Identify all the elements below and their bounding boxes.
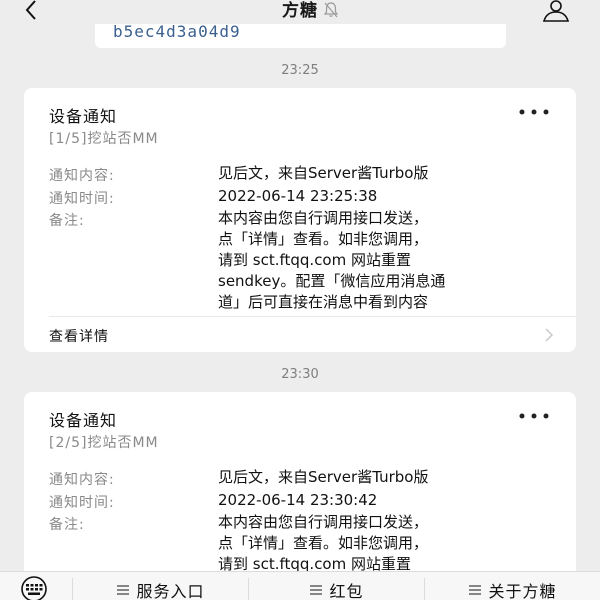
note-label: 备注: [49,517,85,533]
card-title: 设备通知 [49,107,118,126]
menu-label: 服务入口 [136,582,205,600]
card-subtitle: [1/5]挖站否MM [49,131,159,147]
view-details-link[interactable]: 查看详情 [24,318,576,352]
time-label: 通知时间: [49,495,115,511]
content-label: 通知内容: [49,472,115,488]
list-icon [469,585,482,595]
menu-label: 关于方糖 [488,582,557,600]
notification-card[interactable]: 设备通知 [1/5]挖站否MM 通知内容: 见后文，来自Server酱Turbo… [24,88,576,352]
more-dots-icon[interactable] [518,412,550,420]
time-value: 2022-06-14 23:30:42 [218,491,378,509]
bottom-menu-bar: 服务入口 红包 关于方糖 [0,571,600,600]
content-label: 通知内容: [49,168,115,184]
view-details-label: 查看详情 [49,329,109,345]
chat-header: 方糖 [0,0,600,24]
note-line: 本内容由您自行调用接口发送， [218,513,429,531]
mute-bell-icon [323,2,339,18]
content-value: 见后文，来自Server酱Turbo版 [218,468,429,486]
note-label: 备注: [49,213,85,229]
content-value: 见后文，来自Server酱Turbo版 [218,164,429,182]
note-line: 请到 sct.ftqq.com 网站重置 [218,251,411,269]
card-subtitle: [2/5]挖站否MM [49,435,159,451]
note-text: 本内容由您自行调用接口发送， 点「详情」查看。如非您调用， 请到 sct.ftq… [218,208,445,313]
list-icon [117,585,130,595]
time-value: 2022-06-14 23:25:38 [218,187,378,205]
message-timestamp: 23:30 [281,367,319,382]
menu-red-packet[interactable]: 红包 [249,572,424,600]
chat-title: 方糖 [282,1,318,21]
chevron-right-icon [545,328,554,342]
note-line: 本内容由您自行调用接口发送， [218,209,429,227]
note-text: 本内容由您自行调用接口发送， 点「详情」查看。如非您调用， 请到 sct.ftq… [218,512,428,575]
menu-label: 红包 [329,582,364,600]
person-icon[interactable] [541,0,571,23]
more-dots-icon[interactable] [518,108,550,116]
note-line: 点「详情」查看。如非您调用， [218,534,429,552]
card-title: 设备通知 [49,411,118,430]
previous-message-text: b5ec4d3a04d9 [113,22,241,41]
notification-card[interactable]: 设备通知 [2/5]挖站否MM 通知内容: 见后文，来自Server酱Turbo… [24,392,576,582]
keyboard-icon[interactable] [14,575,54,600]
card-divider [49,316,576,317]
message-timestamp: 23:25 [281,63,319,78]
menu-about[interactable]: 关于方糖 [425,572,600,600]
note-line: 点「详情」查看。如非您调用， [218,230,429,248]
list-icon [310,585,323,595]
menu-service-entry[interactable]: 服务入口 [73,572,248,600]
note-line: sendkey。配置「微信应用消息通 [218,272,446,290]
note-line: 道」后可直接在消息中看到内容 [218,293,429,311]
time-label: 通知时间: [49,191,115,207]
